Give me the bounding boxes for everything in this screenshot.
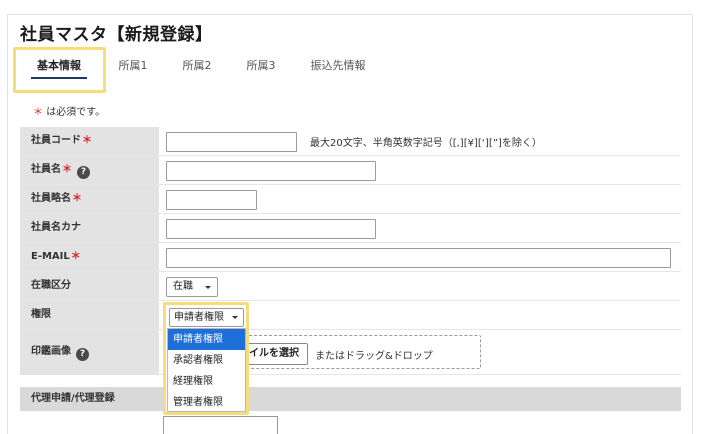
label-text: 権限 [31,309,51,320]
required-note-text: は必須です。 [46,107,106,118]
required-star: ＊ [62,164,72,175]
section-proxy-header: 代理申請/代理登録 [20,387,681,411]
option-approver[interactable]: 承認者権限 [168,350,245,371]
option-applicant[interactable]: 申請者権限 [168,329,245,350]
employee-code-hint: 最大20文字、半角英数字記号（[,][¥][‘][”]を除く） [310,138,542,149]
employment-status-field: 在職 [166,272,681,300]
tab-label: 所属1 [118,59,148,72]
row-employment-status: 在職区分 在職 [20,272,681,301]
tab-label: 基本情報 [37,59,81,72]
authority-select[interactable]: 申請者権限 [169,308,244,327]
label-text: 社員略名 [31,193,71,204]
tab-affiliation-2[interactable]: 所属2 [173,51,221,89]
employee-short-name-field [166,185,681,213]
option-administrator[interactable]: 管理者権限 [168,392,245,413]
tab-affiliation-1[interactable]: 所属1 [109,51,157,89]
drop-text: またはドラッグ&ドロップ [315,351,433,362]
employee-code-input[interactable] [166,132,297,152]
required-star: ＊ [33,107,43,118]
option-accounting[interactable]: 経理権限 [168,371,245,392]
employee-name-field [166,156,681,184]
required-star: ＊ [72,193,82,204]
employee-code-label: 社員コード＊ [20,127,159,155]
row-employee-name: 社員名＊? [20,156,681,185]
required-star: ＊ [70,251,81,262]
employee-name-input[interactable] [166,161,376,181]
help-icon[interactable]: ? [76,348,89,361]
employee-code-field: 最大20文字、半角英数字記号（[,][¥][‘][”]を除く） [166,127,681,155]
email-label: E-MAIL＊ [20,243,159,271]
select-value: 申請者権限 [174,312,224,323]
active-tab-indicator [31,77,87,79]
label-text: E-MAIL [31,251,70,262]
authority-label: 権限 [20,301,159,329]
page-title: 社員マスタ【新規登録】 [20,25,213,45]
tab-label: 振込先情報 [310,59,366,72]
required-star: ＊ [82,135,92,146]
employment-status-label: 在職区分 [20,272,159,300]
help-icon[interactable]: ? [77,166,90,179]
row-employee-short-name: 社員略名＊ [20,185,681,214]
employment-status-select[interactable]: 在職 [166,277,218,297]
proxy-input[interactable] [163,416,278,434]
employee-kana-input[interactable] [166,219,376,239]
tab-basic-info[interactable]: 基本情報 [23,51,95,89]
label-text: 社員名カナ [31,222,81,233]
row-employee-code: 社員コード＊ 最大20文字、半角英数字記号（[,][¥][‘][”]を除く） [20,127,681,156]
authority-dropdown[interactable]: 申請者権限 申請者権限 承認者権限 経理権限 管理者権限 [163,302,249,415]
chevron-down-icon [205,286,211,289]
tab-label: 所属2 [182,59,212,72]
row-seal-image: 印鑑画像? ァイルを選択 またはドラッグ&ドロップ [20,330,681,375]
required-note: ＊ は必須です。 [33,103,105,118]
employee-short-name-label: 社員略名＊ [20,185,159,213]
authority-options-menu: 申請者権限 承認者権限 経理権限 管理者権限 [167,328,246,412]
row-authority: 権限 [20,301,681,330]
select-value: 在職 [173,281,193,292]
seal-image-dropzone[interactable]: ァイルを選択 またはドラッグ&ドロップ [222,335,481,369]
employee-kana-field [166,214,681,242]
label-text: 社員名 [31,164,61,175]
chevron-down-icon [232,316,238,319]
tab-bar: 基本情報 所属1 所属2 所属3 振込先情報 [13,51,693,91]
seal-image-label: 印鑑画像? [20,330,159,374]
label-text: 社員コード [31,135,81,146]
employee-name-label: 社員名＊? [20,156,159,184]
row-employee-kana: 社員名カナ [20,214,681,243]
label-text: 在職区分 [31,280,71,291]
label-text: 印鑑画像 [31,346,71,357]
tab-label: 所属3 [246,59,276,72]
row-email: E-MAIL＊ [20,243,681,272]
tab-affiliation-3[interactable]: 所属3 [237,51,285,89]
employee-kana-label: 社員名カナ [20,214,159,242]
employee-short-name-input[interactable] [166,190,257,210]
email-input[interactable] [166,248,671,268]
tab-bank-info[interactable]: 振込先情報 [301,51,375,89]
email-field [166,243,681,271]
